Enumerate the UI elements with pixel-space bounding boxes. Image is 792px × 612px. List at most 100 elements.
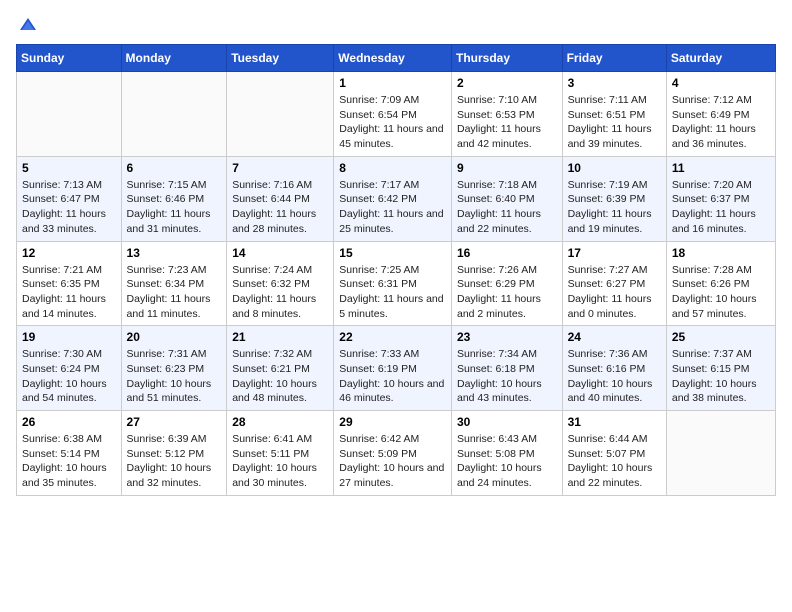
calendar-cell: 20 Sunrise: 7:31 AM Sunset: 6:23 PM Dayli…	[121, 326, 227, 411]
day-number: 15	[339, 246, 446, 260]
calendar-cell: 15 Sunrise: 7:25 AM Sunset: 6:31 PM Dayli…	[334, 241, 452, 326]
day-info: Sunrise: 7:37 AM Sunset: 6:15 PM Dayligh…	[672, 347, 770, 406]
day-info: Sunrise: 6:43 AM Sunset: 5:08 PM Dayligh…	[457, 432, 557, 491]
calendar-cell	[121, 72, 227, 157]
weekday-header: Friday	[562, 45, 666, 72]
day-info: Sunrise: 6:41 AM Sunset: 5:11 PM Dayligh…	[232, 432, 328, 491]
day-number: 9	[457, 161, 557, 175]
calendar-cell: 14 Sunrise: 7:24 AM Sunset: 6:32 PM Dayli…	[227, 241, 334, 326]
calendar-cell: 7 Sunrise: 7:16 AM Sunset: 6:44 PM Daylig…	[227, 156, 334, 241]
weekday-header-row: SundayMondayTuesdayWednesdayThursdayFrid…	[17, 45, 776, 72]
calendar-cell: 27 Sunrise: 6:39 AM Sunset: 5:12 PM Dayli…	[121, 411, 227, 496]
day-info: Sunrise: 7:10 AM Sunset: 6:53 PM Dayligh…	[457, 93, 557, 152]
day-number: 28	[232, 415, 328, 429]
day-info: Sunrise: 7:26 AM Sunset: 6:29 PM Dayligh…	[457, 263, 557, 322]
day-number: 21	[232, 330, 328, 344]
day-number: 14	[232, 246, 328, 260]
calendar-cell: 25 Sunrise: 7:37 AM Sunset: 6:15 PM Dayli…	[666, 326, 775, 411]
logo	[16, 16, 38, 32]
calendar-cell: 5Sunrise: 7:13 AM Sunset: 6:47 PM Daylig…	[17, 156, 122, 241]
calendar-cell: 9Sunrise: 7:18 AM Sunset: 6:40 PM Daylig…	[451, 156, 562, 241]
day-info: Sunrise: 7:17 AM Sunset: 6:42 PM Dayligh…	[339, 178, 446, 237]
calendar-cell: 1Sunrise: 7:09 AM Sunset: 6:54 PM Daylig…	[334, 72, 452, 157]
calendar-cell: 11Sunrise: 7:20 AM Sunset: 6:37 PM Dayli…	[666, 156, 775, 241]
day-number: 30	[457, 415, 557, 429]
calendar-cell: 21 Sunrise: 7:32 AM Sunset: 6:21 PM Dayli…	[227, 326, 334, 411]
calendar-cell: 12Sunrise: 7:21 AM Sunset: 6:35 PM Dayli…	[17, 241, 122, 326]
day-number: 27	[127, 415, 222, 429]
day-number: 11	[672, 161, 770, 175]
day-info: Sunrise: 7:31 AM Sunset: 6:23 PM Dayligh…	[127, 347, 222, 406]
day-number: 4	[672, 76, 770, 90]
day-info: Sunrise: 6:39 AM Sunset: 5:12 PM Dayligh…	[127, 432, 222, 491]
day-info: Sunrise: 7:36 AM Sunset: 6:16 PM Dayligh…	[568, 347, 661, 406]
day-number: 29	[339, 415, 446, 429]
calendar-cell	[227, 72, 334, 157]
calendar-cell: 28 Sunrise: 6:41 AM Sunset: 5:11 PM Dayli…	[227, 411, 334, 496]
day-number: 2	[457, 76, 557, 90]
day-info: Sunrise: 7:23 AM Sunset: 6:34 PM Dayligh…	[127, 263, 222, 322]
calendar-cell: 3Sunrise: 7:11 AM Sunset: 6:51 PM Daylig…	[562, 72, 666, 157]
day-info: Sunrise: 7:11 AM Sunset: 6:51 PM Dayligh…	[568, 93, 661, 152]
calendar-cell: 8 Sunrise: 7:17 AM Sunset: 6:42 PM Daylig…	[334, 156, 452, 241]
day-number: 18	[672, 246, 770, 260]
calendar-cell: 24 Sunrise: 7:36 AM Sunset: 6:16 PM Dayli…	[562, 326, 666, 411]
calendar-cell	[17, 72, 122, 157]
calendar-cell: 29 Sunrise: 6:42 AM Sunset: 5:09 PM Dayli…	[334, 411, 452, 496]
day-number: 1	[339, 76, 446, 90]
day-info: Sunrise: 7:27 AM Sunset: 6:27 PM Dayligh…	[568, 263, 661, 322]
day-number: 7	[232, 161, 328, 175]
day-number: 16	[457, 246, 557, 260]
day-info: Sunrise: 6:42 AM Sunset: 5:09 PM Dayligh…	[339, 432, 446, 491]
day-number: 24	[568, 330, 661, 344]
day-info: Sunrise: 7:19 AM Sunset: 6:39 PM Dayligh…	[568, 178, 661, 237]
calendar-week-row: 5Sunrise: 7:13 AM Sunset: 6:47 PM Daylig…	[17, 156, 776, 241]
day-number: 12	[22, 246, 116, 260]
calendar-cell: 30 Sunrise: 6:43 AM Sunset: 5:08 PM Dayli…	[451, 411, 562, 496]
calendar-cell: 2 Sunrise: 7:10 AM Sunset: 6:53 PM Daylig…	[451, 72, 562, 157]
calendar-cell: 22 Sunrise: 7:33 AM Sunset: 6:19 PM Dayli…	[334, 326, 452, 411]
day-info: Sunrise: 7:33 AM Sunset: 6:19 PM Dayligh…	[339, 347, 446, 406]
day-number: 17	[568, 246, 661, 260]
day-info: Sunrise: 7:25 AM Sunset: 6:31 PM Dayligh…	[339, 263, 446, 322]
calendar-week-row: 12Sunrise: 7:21 AM Sunset: 6:35 PM Dayli…	[17, 241, 776, 326]
day-info: Sunrise: 7:32 AM Sunset: 6:21 PM Dayligh…	[232, 347, 328, 406]
day-number: 8	[339, 161, 446, 175]
weekday-header: Thursday	[451, 45, 562, 72]
day-number: 6	[127, 161, 222, 175]
calendar-cell: 13Sunrise: 7:23 AM Sunset: 6:34 PM Dayli…	[121, 241, 227, 326]
day-number: 26	[22, 415, 116, 429]
calendar-cell: 31 Sunrise: 6:44 AM Sunset: 5:07 PM Dayli…	[562, 411, 666, 496]
day-number: 22	[339, 330, 446, 344]
logo-icon	[18, 16, 38, 36]
day-info: Sunrise: 7:16 AM Sunset: 6:44 PM Dayligh…	[232, 178, 328, 237]
calendar-cell: 26 Sunrise: 6:38 AM Sunset: 5:14 PM Dayli…	[17, 411, 122, 496]
calendar-cell: 16 Sunrise: 7:26 AM Sunset: 6:29 PM Dayli…	[451, 241, 562, 326]
calendar-cell: 6 Sunrise: 7:15 AM Sunset: 6:46 PM Daylig…	[121, 156, 227, 241]
weekday-header: Tuesday	[227, 45, 334, 72]
day-info: Sunrise: 7:28 AM Sunset: 6:26 PM Dayligh…	[672, 263, 770, 322]
day-number: 5	[22, 161, 116, 175]
calendar-week-row: 26 Sunrise: 6:38 AM Sunset: 5:14 PM Dayli…	[17, 411, 776, 496]
calendar-cell: 18 Sunrise: 7:28 AM Sunset: 6:26 PM Dayli…	[666, 241, 775, 326]
day-info: Sunrise: 7:12 AM Sunset: 6:49 PM Dayligh…	[672, 93, 770, 152]
calendar-cell: 17 Sunrise: 7:27 AM Sunset: 6:27 PM Dayli…	[562, 241, 666, 326]
day-info: Sunrise: 6:38 AM Sunset: 5:14 PM Dayligh…	[22, 432, 116, 491]
day-number: 25	[672, 330, 770, 344]
calendar-table: SundayMondayTuesdayWednesdayThursdayFrid…	[16, 44, 776, 496]
weekday-header: Wednesday	[334, 45, 452, 72]
calendar-week-row: 1Sunrise: 7:09 AM Sunset: 6:54 PM Daylig…	[17, 72, 776, 157]
calendar-cell: 23Sunrise: 7:34 AM Sunset: 6:18 PM Dayli…	[451, 326, 562, 411]
day-info: Sunrise: 6:44 AM Sunset: 5:07 PM Dayligh…	[568, 432, 661, 491]
day-number: 31	[568, 415, 661, 429]
page-header	[16, 16, 776, 32]
day-number: 10	[568, 161, 661, 175]
day-number: 23	[457, 330, 557, 344]
day-number: 19	[22, 330, 116, 344]
day-info: Sunrise: 7:24 AM Sunset: 6:32 PM Dayligh…	[232, 263, 328, 322]
calendar-week-row: 19Sunrise: 7:30 AM Sunset: 6:24 PM Dayli…	[17, 326, 776, 411]
calendar-cell	[666, 411, 775, 496]
day-number: 20	[127, 330, 222, 344]
day-info: Sunrise: 7:15 AM Sunset: 6:46 PM Dayligh…	[127, 178, 222, 237]
calendar-cell: 10 Sunrise: 7:19 AM Sunset: 6:39 PM Dayli…	[562, 156, 666, 241]
